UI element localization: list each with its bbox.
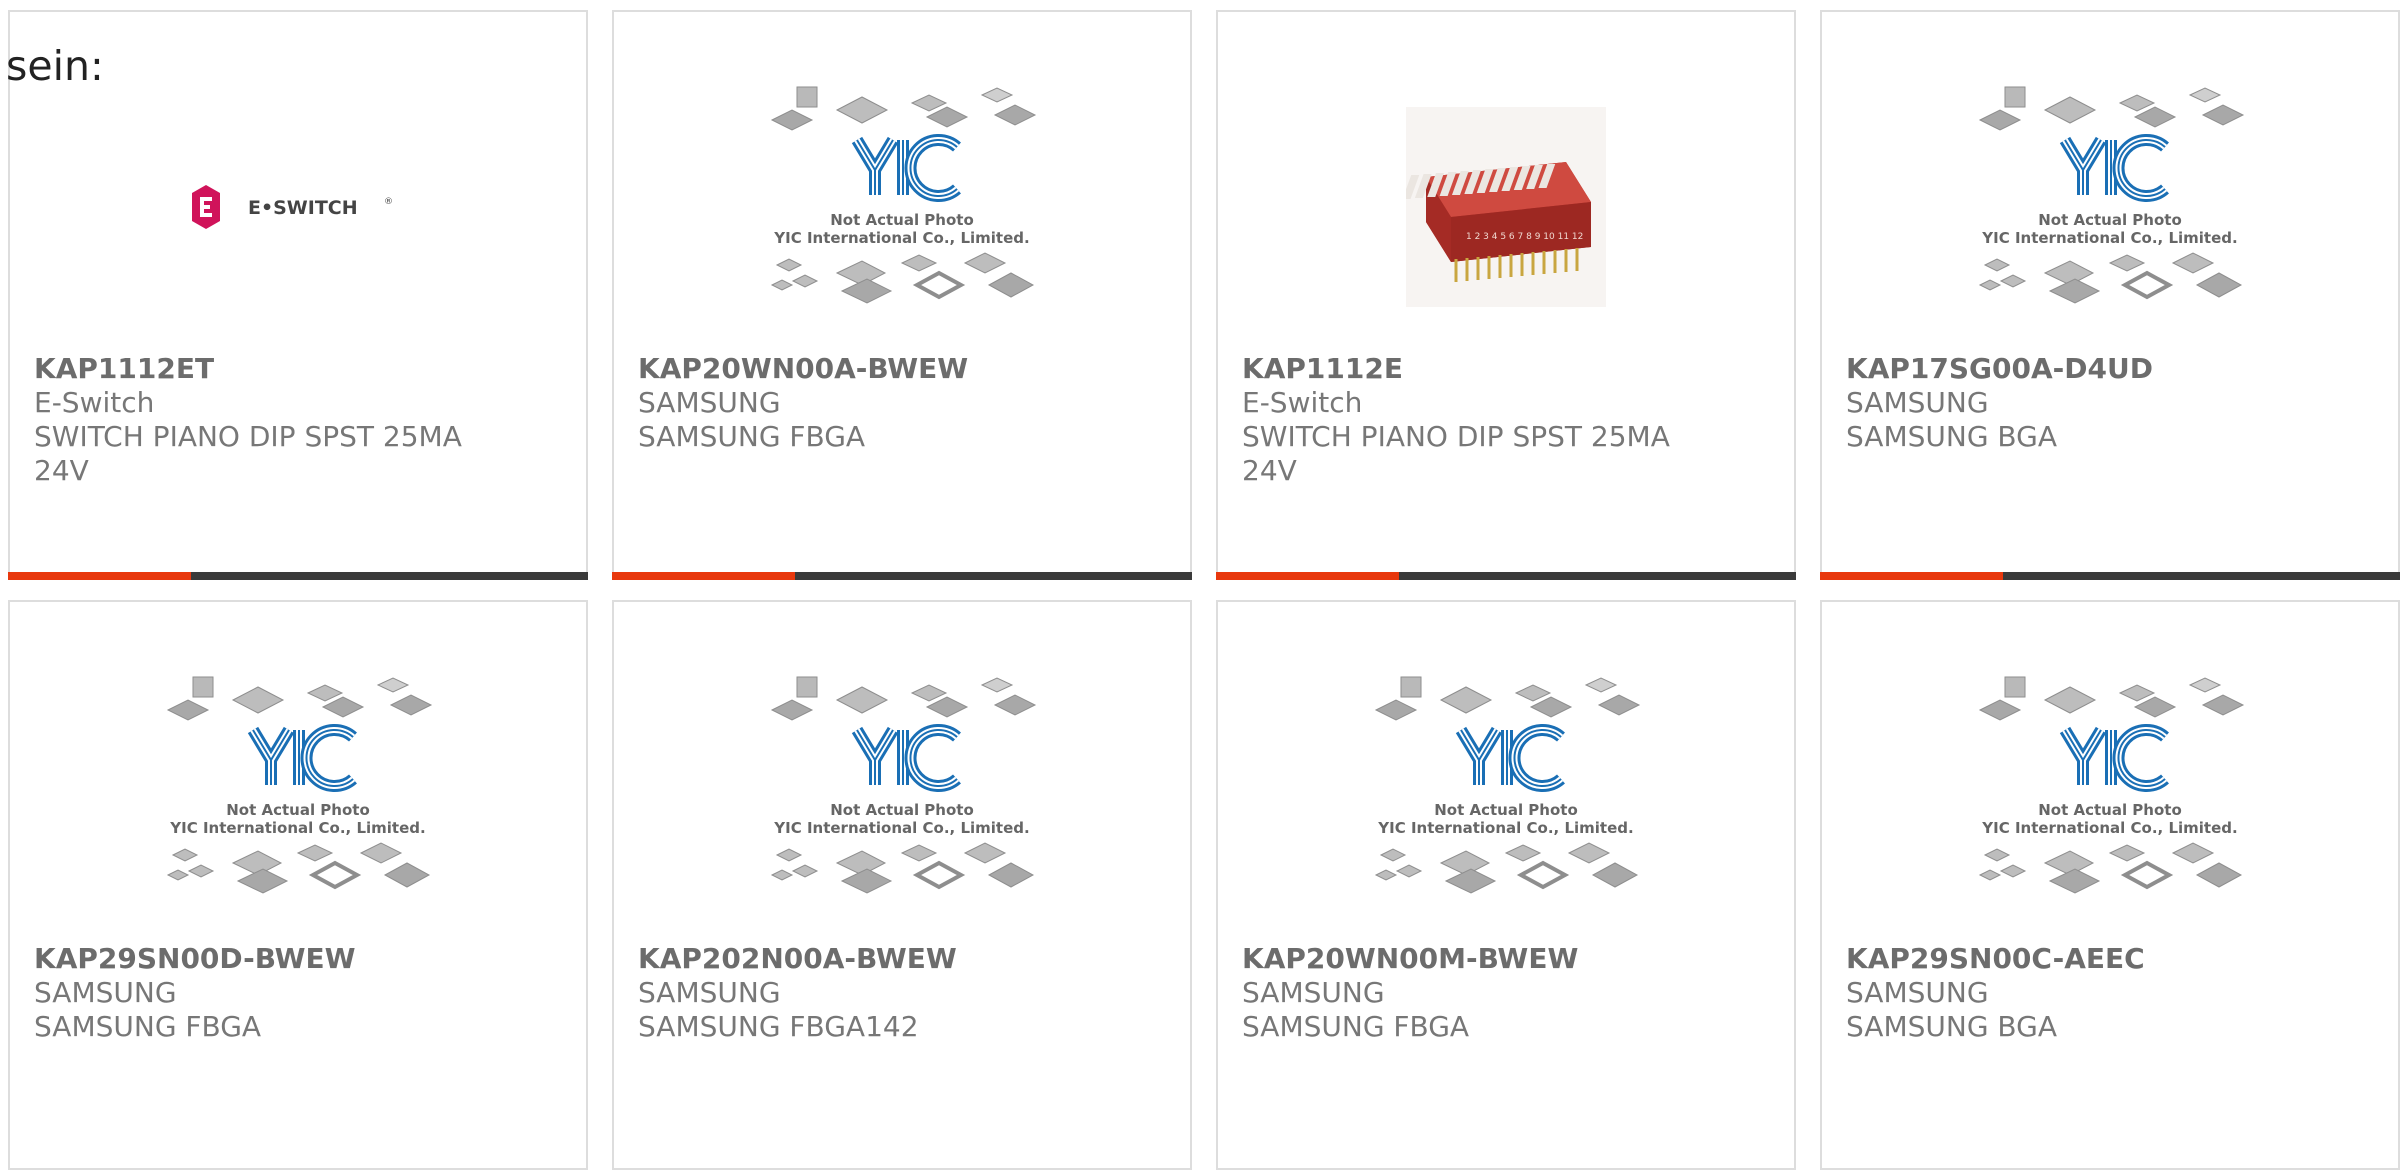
dip-switch-photo: 1 2 3 4 5 6 7 8 9 10 11 12 — [1406, 107, 1606, 307]
part-number[interactable]: KAP202N00A-BWEW — [638, 942, 1078, 976]
card-bottom-bar — [8, 572, 588, 580]
placeholder-line1: Not Actual Photo — [226, 801, 370, 819]
part-number[interactable]: KAP29SN00D-BWEW — [34, 942, 474, 976]
placeholder-line2: YIC International Co., Limited. — [169, 819, 425, 837]
e-switch-logo: E•SWITCH ® — [192, 185, 393, 229]
card-bottom-bar — [1216, 572, 1796, 580]
description: SWITCH PIANO DIP SPST 25MA 24V — [1242, 420, 1670, 487]
svg-text:®: ® — [384, 197, 393, 207]
manufacturer: SAMSUNG — [1846, 976, 1989, 1009]
product-card[interactable]: Not Actual Photo YIC International Co., … — [1820, 600, 2400, 1170]
yic-placeholder-icon: Not Actual Photo YIC International Co., … — [1975, 675, 2245, 919]
yic-placeholder-icon: Not Actual Photo YIC International Co., … — [767, 675, 1037, 919]
placeholder-line2: YIC International Co., Limited. — [1377, 819, 1633, 837]
product-card[interactable]: Not Actual Photo YIC International Co., … — [612, 10, 1192, 580]
part-number[interactable]: KAP20WN00M-BWEW — [1242, 942, 1682, 976]
part-number[interactable]: KAP29SN00C-AEEC — [1846, 942, 2286, 976]
yic-placeholder-icon: Not Actual Photo YIC International Co., … — [1975, 85, 2245, 329]
product-image: Not Actual Photo YIC International Co., … — [614, 67, 1190, 347]
manufacturer: E-Switch — [1242, 386, 1363, 419]
part-number[interactable]: KAP17SG00A-D4UD — [1846, 352, 2286, 386]
product-card[interactable]: Not Actual Photo YIC International Co., … — [8, 600, 588, 1170]
product-card[interactable]: 1 2 3 4 5 6 7 8 9 10 11 12 KAP1112E E-Sw… — [1216, 10, 1796, 580]
manufacturer: E-Switch — [34, 386, 155, 419]
manufacturer: SAMSUNG — [1242, 976, 1385, 1009]
placeholder-line2: YIC International Co., Limited. — [773, 229, 1029, 247]
part-number[interactable]: KAP20WN00A-BWEW — [638, 352, 1078, 386]
svg-text:1 2 3 4 5 6 7 8 9 10 11 12: 1 2 3 4 5 6 7 8 9 10 11 12 — [1466, 232, 1583, 242]
product-image: Not Actual Photo YIC International Co., … — [1822, 67, 2398, 347]
product-card[interactable]: Not Actual Photo YIC International Co., … — [1820, 10, 2400, 580]
product-image: Not Actual Photo YIC International Co., … — [10, 657, 586, 937]
e-switch-logo-text: E•SWITCH — [248, 197, 358, 219]
part-number[interactable]: KAP1112E — [1242, 352, 1682, 386]
placeholder-line2: YIC International Co., Limited. — [773, 819, 1029, 837]
description: SWITCH PIANO DIP SPST 25MA 24V — [34, 420, 462, 487]
yic-placeholder-icon: Not Actual Photo YIC International Co., … — [767, 85, 1037, 329]
product-image: 1 2 3 4 5 6 7 8 9 10 11 12 — [1218, 67, 1794, 347]
placeholder-line1: Not Actual Photo — [830, 801, 974, 819]
placeholder-line1: Not Actual Photo — [1434, 801, 1578, 819]
product-card[interactable]: Not Actual Photo YIC International Co., … — [1216, 600, 1796, 1170]
placeholder-line1: Not Actual Photo — [830, 211, 974, 229]
product-image: Not Actual Photo YIC International Co., … — [614, 657, 1190, 937]
description: SAMSUNG BGA — [1846, 1010, 2057, 1043]
product-image: Not Actual Photo YIC International Co., … — [1822, 657, 2398, 937]
description: SAMSUNG BGA — [1846, 420, 2057, 453]
manufacturer: SAMSUNG — [638, 386, 781, 419]
description: SAMSUNG FBGA — [34, 1010, 262, 1043]
placeholder-line1: Not Actual Photo — [2038, 211, 2182, 229]
card-bottom-bar — [612, 572, 1192, 580]
yic-placeholder-icon: Not Actual Photo YIC International Co., … — [1371, 675, 1641, 919]
section-heading: sein: — [6, 42, 104, 90]
placeholder-line2: YIC International Co., Limited. — [1981, 819, 2237, 837]
placeholder-line2: YIC International Co., Limited. — [1981, 229, 2237, 247]
manufacturer: SAMSUNG — [34, 976, 177, 1009]
manufacturer: SAMSUNG — [638, 976, 781, 1009]
product-image: E•SWITCH ® — [10, 67, 586, 347]
description: SAMSUNG FBGA142 — [638, 1010, 919, 1043]
product-card[interactable]: Not Actual Photo YIC International Co., … — [612, 600, 1192, 1170]
description: SAMSUNG FBGA — [638, 420, 866, 453]
description: SAMSUNG FBGA — [1242, 1010, 1470, 1043]
product-image: Not Actual Photo YIC International Co., … — [1218, 657, 1794, 937]
card-bottom-bar — [1820, 572, 2400, 580]
part-number[interactable]: KAP1112ET — [34, 352, 474, 386]
yic-placeholder-icon: Not Actual Photo YIC International Co., … — [163, 675, 433, 919]
placeholder-line1: Not Actual Photo — [2038, 801, 2182, 819]
manufacturer: SAMSUNG — [1846, 386, 1989, 419]
